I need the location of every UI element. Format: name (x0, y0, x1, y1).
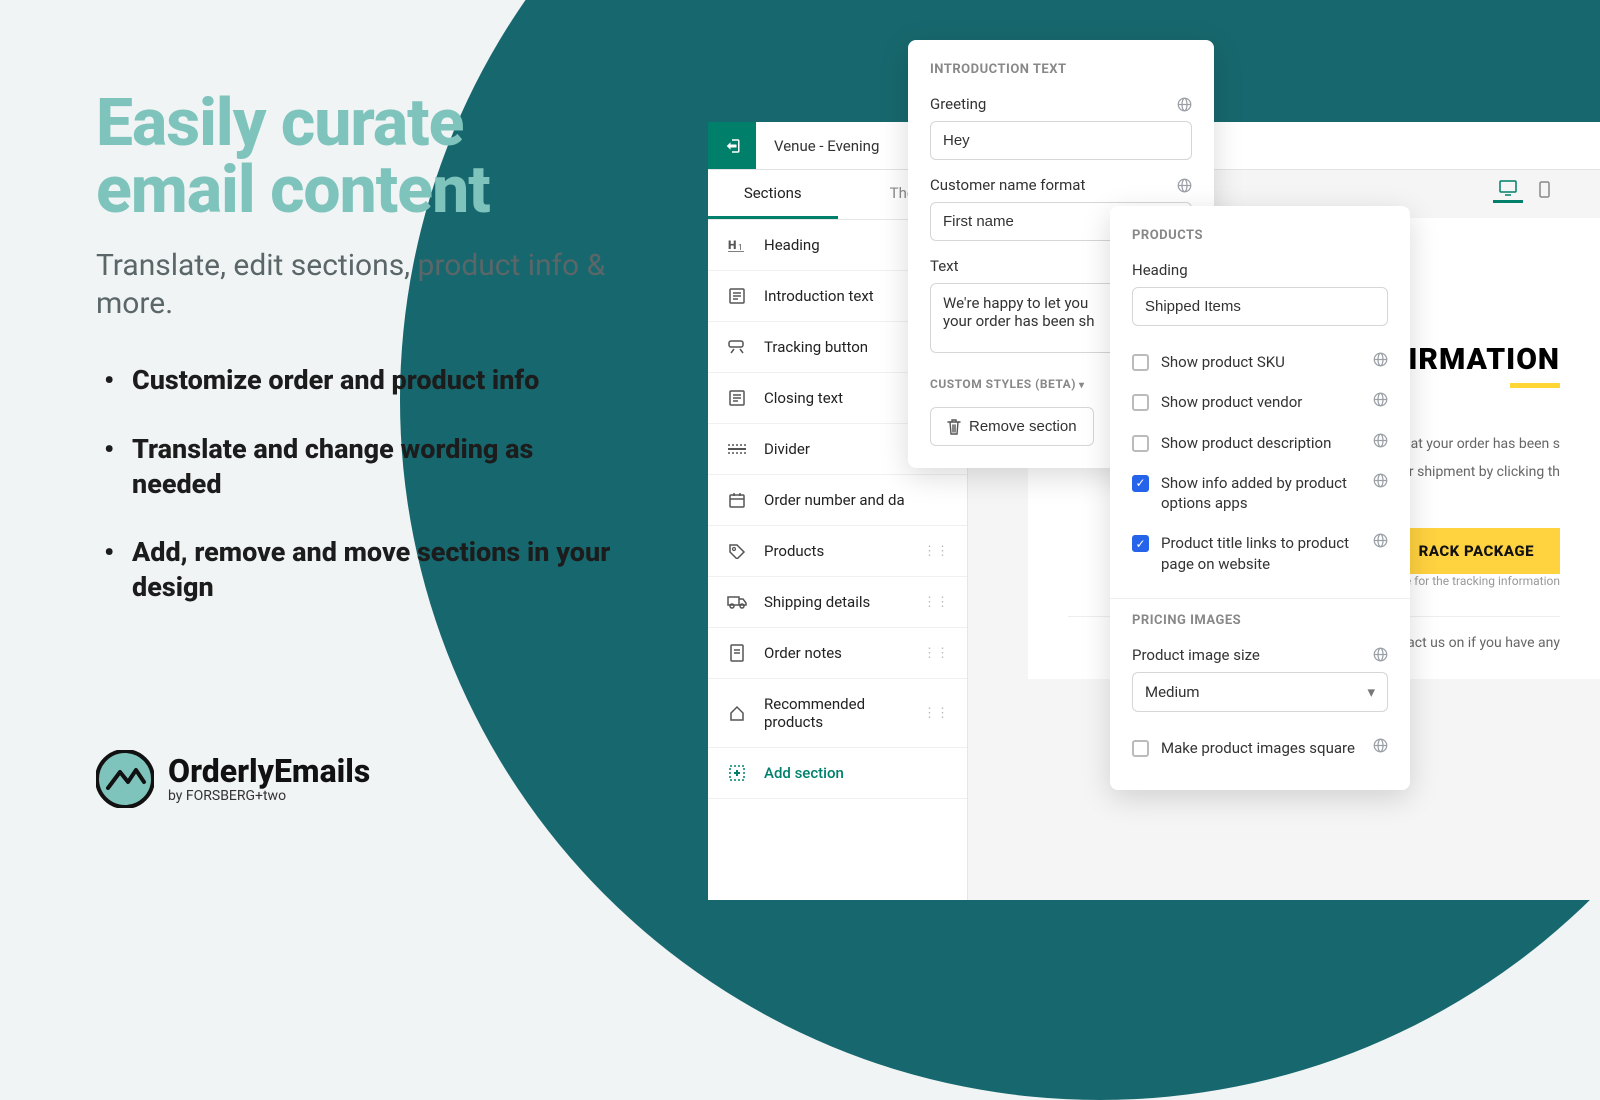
bullet: Customize order and product info (96, 363, 616, 398)
section-shipping[interactable]: Shipping details⋮⋮ (708, 577, 967, 628)
heading-label: Heading (1132, 261, 1388, 279)
brand-logo-icon (96, 750, 154, 808)
square-images-checkbox[interactable] (1132, 740, 1149, 757)
image-size-label: Product image size (1132, 646, 1388, 664)
image-size-select[interactable]: Medium▾ (1132, 672, 1388, 712)
exit-icon (723, 137, 741, 155)
svg-text:1: 1 (738, 243, 743, 252)
drag-handle-icon[interactable]: ⋮⋮ (923, 706, 949, 721)
globe-icon[interactable] (1373, 433, 1388, 448)
checkbox-label: Show product SKU (1161, 352, 1285, 372)
truck-icon (726, 595, 748, 609)
checkbox[interactable]: ✓ (1132, 535, 1149, 552)
track-package-button[interactable]: RACK PACKAGE (1393, 528, 1560, 574)
globe-icon[interactable] (1373, 392, 1388, 407)
device-switcher (1493, 176, 1556, 203)
section-products[interactable]: Products⋮⋮ (708, 526, 967, 577)
headline: Easily curate email content (96, 90, 616, 225)
home-icon (726, 705, 748, 721)
globe-icon[interactable] (1373, 473, 1388, 488)
drag-handle-icon[interactable]: ⋮⋮ (923, 646, 949, 661)
panel-header: INTRODUCTION TEXT (930, 62, 1192, 77)
note-icon (726, 644, 748, 662)
section-notes[interactable]: Order notes⋮⋮ (708, 628, 967, 679)
subhead: Translate, edit sections, product info &… (96, 247, 616, 324)
tracking-icon (726, 340, 748, 354)
brand-name: OrderlyEmails (168, 755, 370, 787)
pricing-images-header: PRICING IMAGES (1132, 613, 1388, 628)
checkbox[interactable] (1132, 435, 1149, 452)
accent-bar (1510, 383, 1560, 388)
heading-icon: H1 (726, 238, 748, 252)
panel-header: PRODUCTS (1132, 228, 1388, 243)
section-order-number[interactable]: Order number and da (708, 475, 967, 526)
add-section-button[interactable]: Add section (708, 748, 967, 799)
drag-handle-icon[interactable]: ⋮⋮ (923, 595, 949, 610)
products-panel: PRODUCTS Heading Show product SKU Show pr… (1110, 206, 1410, 790)
bullet: Translate and change wording as needed (96, 432, 616, 501)
desktop-view-button[interactable] (1493, 176, 1523, 203)
text-icon (726, 390, 748, 406)
trash-icon (947, 419, 961, 435)
greeting-input[interactable] (930, 121, 1192, 160)
tab-sections[interactable]: Sections (708, 170, 838, 219)
brand-byline: by FORSBERG+two (168, 789, 370, 803)
brand-logo-block: OrderlyEmails by FORSBERG+two (96, 750, 370, 808)
checkbox[interactable] (1132, 354, 1149, 371)
mobile-icon (1539, 181, 1550, 198)
mobile-view-button[interactable] (1533, 177, 1556, 202)
remove-section-button[interactable]: Remove section (930, 407, 1094, 446)
square-images-label: Make product images square (1161, 738, 1355, 758)
section-recommended[interactable]: Recommended products⋮⋮ (708, 679, 967, 748)
add-icon (726, 765, 748, 781)
checkbox[interactable]: ✓ (1132, 475, 1149, 492)
tag-icon (726, 543, 748, 559)
greeting-label: Greeting (930, 95, 1192, 113)
divider-icon (726, 443, 748, 455)
name-format-label: Customer name format (930, 176, 1192, 194)
svg-text:H: H (728, 238, 736, 252)
globe-icon[interactable] (1373, 533, 1388, 548)
bullet-list: Customize order and product info Transla… (96, 363, 616, 604)
globe-icon[interactable] (1373, 352, 1388, 367)
text-icon (726, 288, 748, 304)
globe-icon[interactable] (1373, 647, 1388, 662)
checkbox-label: Show info added by product options apps (1161, 473, 1363, 514)
globe-icon[interactable] (1373, 738, 1388, 753)
back-button[interactable] (708, 122, 756, 169)
chevron-down-icon: ▾ (1367, 683, 1375, 701)
globe-icon[interactable] (1177, 178, 1192, 193)
desktop-icon (1499, 180, 1517, 196)
heading-input[interactable] (1132, 287, 1388, 326)
theme-title: Venue - Evening (756, 122, 897, 169)
checkbox-label: Product title links to product page on w… (1161, 533, 1363, 574)
checkbox-label: Show product description (1161, 433, 1331, 453)
checkbox[interactable] (1132, 394, 1149, 411)
bullet: Add, remove and move sections in your de… (96, 535, 616, 604)
checkbox-label: Show product vendor (1161, 392, 1302, 412)
drag-handle-icon[interactable]: ⋮⋮ (923, 544, 949, 559)
calendar-icon (726, 492, 748, 508)
globe-icon[interactable] (1177, 97, 1192, 112)
